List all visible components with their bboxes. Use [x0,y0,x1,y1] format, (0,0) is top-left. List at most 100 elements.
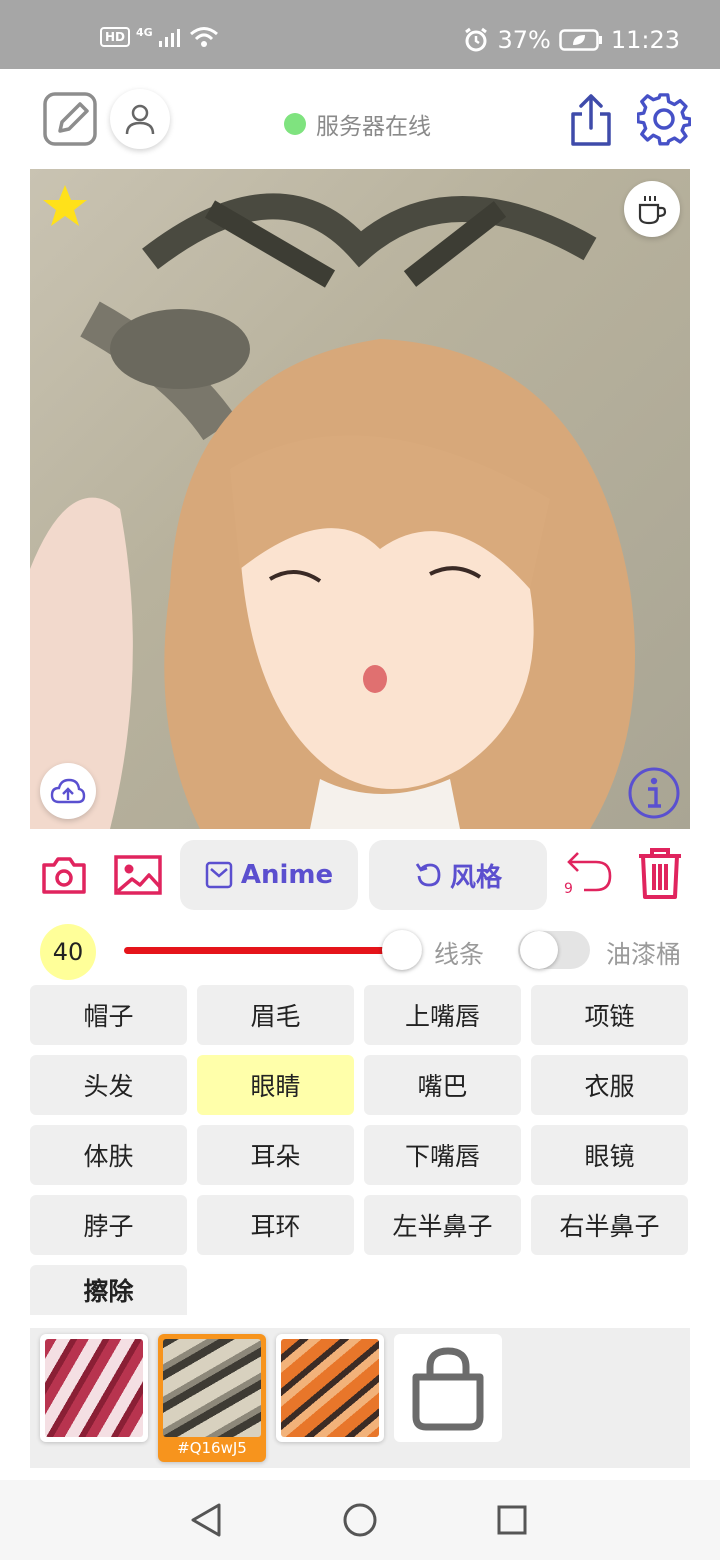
status-left: HD 4G [100,26,219,48]
part-neck[interactable]: 脖子 [30,1195,187,1255]
home-button[interactable] [340,1500,380,1540]
part-ears[interactable]: 耳朵 [197,1125,354,1185]
user-button[interactable] [110,89,170,149]
share-icon [571,94,611,146]
camera-button[interactable] [40,853,88,897]
drawing-canvas[interactable] [30,169,690,829]
part-skin[interactable]: 体肤 [30,1125,187,1185]
edit-button[interactable] [42,91,98,147]
part-eyebrows[interactable]: 眉毛 [197,985,354,1045]
part-right-nose[interactable]: 右半鼻子 [531,1195,688,1255]
part-label: 左半鼻子 [392,1212,493,1241]
edit-icon [43,92,97,146]
part-necklace[interactable]: 项链 [531,985,688,1045]
coffee-button[interactable] [624,181,680,237]
part-label: 下嘴唇 [404,1142,480,1171]
canvas-artwork [30,193,635,829]
part-label: 右半鼻子 [559,1212,660,1241]
clock: 11:23 [610,26,680,54]
anime-button[interactable]: Anime [180,840,358,910]
part-label: 眼镜 [584,1142,635,1171]
part-label: 上嘴唇 [404,1002,480,1031]
status-right: 37% 11:23 [463,26,680,54]
tool-bar: Anime 风格 9 [0,839,720,911]
erase-button[interactable]: 擦除 [30,1265,187,1315]
swatch-preview [45,1339,143,1437]
battery-icon [559,29,602,51]
style-swatch-selected[interactable]: #Q16wJ5 [158,1334,266,1462]
part-label: 帽子 [83,1002,134,1031]
upload-button[interactable] [40,763,96,819]
part-mouth[interactable]: 嘴巴 [364,1055,521,1115]
status-bar: HD 4G 37% 11:23 [0,0,720,69]
toggle-knob [520,931,558,969]
top-bar: 服务器在线 [0,69,720,169]
part-glasses[interactable]: 眼镜 [531,1125,688,1185]
part-label: 脖子 [83,1212,134,1241]
style-swatch[interactable] [276,1334,384,1442]
part-label: 眼睛 [250,1072,301,1101]
part-clothes[interactable]: 衣服 [531,1055,688,1115]
store-button[interactable] [394,1334,502,1442]
cloud-upload-icon [50,778,86,804]
checkbox-icon [205,861,233,889]
signal-icon [158,29,180,47]
brush-size-thumb[interactable] [382,930,422,970]
part-label: 眉毛 [250,1002,301,1031]
system-nav-bar [0,1480,720,1560]
line-mode-label: 线条 [434,940,485,969]
server-status-label: 服务器在线 [316,114,431,140]
share-button[interactable] [564,91,618,149]
info-button[interactable] [626,765,682,821]
server-status: 服务器在线 [284,107,431,141]
coffee-icon [638,196,667,225]
style-swatch[interactable] [40,1334,148,1442]
swatch-id: #Q16wJ5 [177,1439,247,1457]
brush-controls: 40 线条 油漆桶 [0,921,720,981]
erase-label: 擦除 [83,1277,134,1306]
home-icon [343,1503,377,1537]
anime-label: Anime [240,860,334,890]
style-button[interactable]: 风格 [369,840,547,910]
style-swatch-bar: #Q16wJ5 [30,1328,690,1468]
undo-button[interactable]: 9 [560,845,620,899]
swatch-preview [163,1339,261,1437]
part-hat[interactable]: 帽子 [30,985,187,1045]
back-button[interactable] [186,1500,226,1540]
part-upper-lip[interactable]: 上嘴唇 [364,985,521,1045]
style-label: 风格 [449,862,502,893]
part-label: 衣服 [584,1072,635,1101]
swatch-preview [281,1339,379,1437]
star-icon [43,185,87,226]
trash-icon [639,848,681,899]
back-icon [191,1503,221,1537]
part-label: 耳环 [250,1212,301,1241]
favorite-button[interactable] [40,181,90,231]
recents-icon [497,1505,527,1535]
brush-size-track[interactable] [124,947,402,954]
app-root: 服务器在线 Anime 风格 9 40 线条 油漆桶 帽子 眉毛 上嘴唇 项链 … [0,69,720,1480]
settings-button[interactable] [636,91,692,147]
paint-bucket-toggle[interactable] [518,931,590,969]
hd-badge: HD [100,27,131,47]
part-earrings[interactable]: 耳环 [197,1195,354,1255]
wifi-icon [189,27,218,47]
part-left-nose[interactable]: 左半鼻子 [364,1195,521,1255]
settings-icon [637,93,691,146]
part-label: 项链 [584,1002,635,1031]
part-hair[interactable]: 头发 [30,1055,187,1115]
part-lower-lip[interactable]: 下嘴唇 [364,1125,521,1185]
part-eyes[interactable]: 眼睛 [197,1055,354,1115]
battery-percent: 37% [497,26,551,54]
part-label: 耳朵 [250,1142,301,1171]
alarm-icon [465,27,488,52]
gallery-button[interactable] [112,853,164,897]
part-label: 体肤 [83,1142,134,1171]
recents-button[interactable] [492,1500,532,1540]
undo-count: 9 [564,881,573,897]
rotate-icon [415,863,441,887]
paint-bucket-label: 油漆桶 [606,940,682,969]
shopping-bag-icon [412,1347,484,1431]
delete-button[interactable] [634,845,686,901]
server-status-dot [284,113,306,135]
